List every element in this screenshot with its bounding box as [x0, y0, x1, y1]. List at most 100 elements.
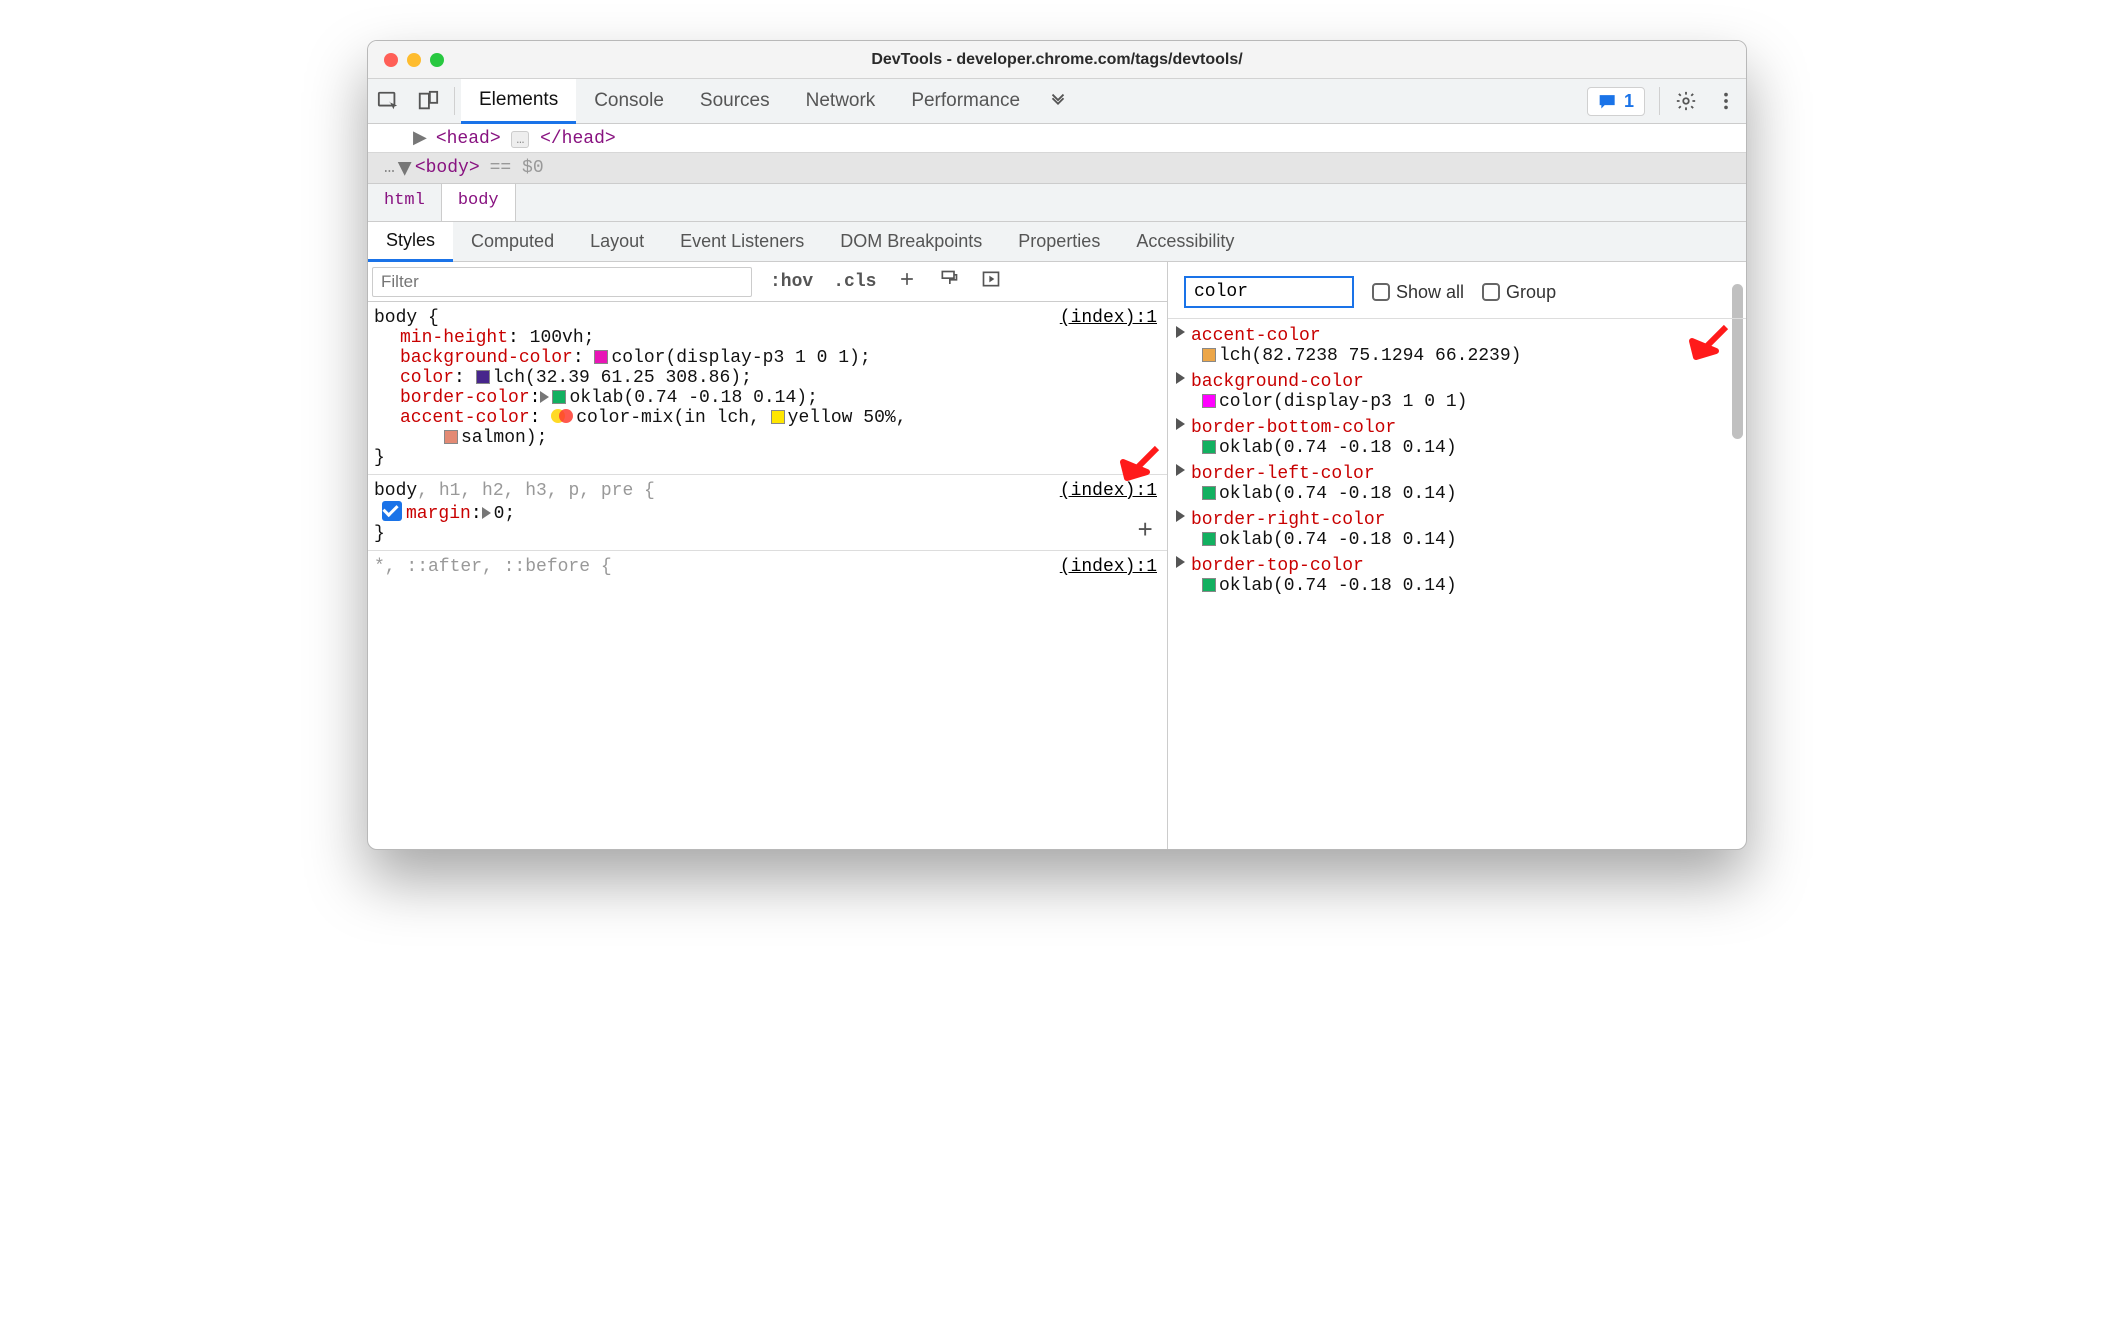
selector-main: body [374, 481, 417, 501]
val-margin[interactable]: 0; [494, 504, 516, 524]
scrollbar[interactable] [1730, 124, 1744, 183]
computed-prop-name: border-left-color [1191, 464, 1375, 484]
rule-source-link[interactable]: (index):1 [1060, 557, 1157, 577]
breadcrumb-html[interactable]: html [368, 184, 442, 221]
issues-count: 1 [1624, 91, 1634, 112]
styles-filter-input[interactable] [372, 267, 752, 297]
val-accent-1[interactable]: color-mix(in lch, [576, 408, 770, 428]
computed-filter-input[interactable] [1184, 276, 1354, 308]
subtab-dom-bp[interactable]: DOM Breakpoints [822, 222, 1000, 262]
breadcrumb-body[interactable]: body [442, 184, 516, 221]
prop-border: border-color [400, 388, 530, 408]
expand-icon[interactable] [1176, 556, 1185, 568]
expand-icon[interactable] [482, 507, 491, 519]
color-swatch-icon[interactable] [552, 390, 566, 404]
expand-icon[interactable] [1176, 372, 1185, 384]
val-border[interactable]: oklab(0.74 -0.18 0.14); [569, 388, 817, 408]
color-swatch-icon[interactable] [1202, 348, 1216, 362]
dom-tree[interactable]: ▶ <head> … </head> … ▶ <body> == $0 [368, 124, 1746, 184]
computed-property[interactable]: background-colorcolor(display-p3 1 0 1) [1176, 369, 1746, 415]
tab-network[interactable]: Network [788, 79, 894, 124]
tab-console[interactable]: Console [576, 79, 682, 124]
computed-property[interactable]: border-right-coloroklab(0.74 -0.18 0.14) [1176, 507, 1746, 553]
val-min-height[interactable]: 100vh; [530, 328, 595, 348]
val-accent-3[interactable]: salmon); [461, 428, 547, 448]
color-swatch-icon[interactable] [476, 370, 490, 384]
css-rule-body[interactable]: (index):1 body { min-height: 100vh; back… [368, 302, 1167, 475]
cls-button[interactable]: .cls [823, 272, 886, 292]
devtools-window: DevTools - developer.chrome.com/tags/dev… [367, 40, 1747, 850]
color-swatch-icon[interactable] [1202, 486, 1216, 500]
computed-property[interactable]: border-top-coloroklab(0.74 -0.18 0.14) [1176, 553, 1746, 599]
color-swatch-icon[interactable] [1202, 394, 1216, 408]
new-style-rule-icon[interactable] [886, 269, 928, 295]
rule-source-link[interactable]: (index):1 [1060, 481, 1157, 501]
rule-close: } [374, 524, 1157, 544]
computed-prop-name: border-right-color [1191, 510, 1385, 530]
expand-icon[interactable] [540, 391, 549, 403]
color-mix-icon[interactable] [551, 408, 573, 424]
show-all-checkbox[interactable]: Show all [1372, 282, 1464, 303]
paint-icon[interactable] [928, 269, 970, 295]
hov-button[interactable]: :hov [760, 272, 823, 292]
subtab-a11y[interactable]: Accessibility [1118, 222, 1252, 262]
main-tab-bar: Elements Console Sources Network Perform… [368, 79, 1746, 124]
color-swatch-icon[interactable] [1202, 532, 1216, 546]
divider [454, 87, 455, 115]
computed-prop-value: lch(82.7238 75.1294 66.2239) [1219, 346, 1521, 366]
subtab-computed[interactable]: Computed [453, 222, 572, 262]
css-rule-body-group[interactable]: (index):1 body, h1, h2, h3, p, pre { mar… [368, 475, 1167, 551]
subtab-props[interactable]: Properties [1000, 222, 1118, 262]
collapse-icon[interactable]: ▶ [394, 162, 416, 174]
group-checkbox[interactable]: Group [1482, 282, 1556, 303]
expand-icon[interactable] [1176, 326, 1185, 338]
color-swatch-icon[interactable] [594, 350, 608, 364]
expand-icon[interactable]: ▶ [413, 127, 425, 149]
expand-icon[interactable] [1176, 418, 1185, 430]
subtab-layout[interactable]: Layout [572, 222, 662, 262]
minimize-window-button[interactable] [407, 53, 421, 67]
more-tabs-icon[interactable] [1038, 81, 1078, 121]
inspect-element-icon[interactable] [368, 81, 408, 121]
computed-prop-name: border-bottom-color [1191, 418, 1396, 438]
val-bg[interactable]: color(display-p3 1 0 1); [611, 348, 870, 368]
zoom-window-button[interactable] [430, 53, 444, 67]
color-swatch-icon[interactable] [771, 410, 785, 424]
computed-prop-name: accent-color [1191, 326, 1321, 346]
subtab-styles[interactable]: Styles [368, 222, 453, 262]
window-title: DevTools - developer.chrome.com/tags/dev… [368, 51, 1746, 69]
val-accent-2[interactable]: yellow 50%, [788, 408, 907, 428]
tab-elements[interactable]: Elements [461, 79, 576, 124]
color-swatch-icon[interactable] [444, 430, 458, 444]
ellipsis-badge[interactable]: … [511, 131, 529, 148]
tab-sources[interactable]: Sources [682, 79, 788, 124]
scrollbar[interactable] [1730, 319, 1744, 849]
styles-toolbar: :hov .cls [368, 262, 1167, 302]
kebab-menu-icon[interactable] [1706, 81, 1746, 121]
dom-head-close: </head> [540, 129, 616, 149]
computed-property[interactable]: border-left-coloroklab(0.74 -0.18 0.14) [1176, 461, 1746, 507]
window-controls [368, 53, 444, 67]
expand-icon[interactable] [1176, 510, 1185, 522]
val-color[interactable]: lch(32.39 61.25 308.86); [493, 368, 752, 388]
tab-performance[interactable]: Performance [893, 79, 1038, 124]
panel-icon[interactable] [970, 269, 1012, 295]
property-checkbox[interactable] [382, 501, 402, 521]
settings-icon[interactable] [1666, 81, 1706, 121]
add-declaration-icon[interactable]: + [1137, 516, 1153, 546]
issues-button[interactable]: 1 [1587, 87, 1645, 116]
close-window-button[interactable] [384, 53, 398, 67]
prop-min-height: min-height [400, 328, 508, 348]
device-toolbar-icon[interactable] [408, 81, 448, 121]
color-swatch-icon[interactable] [1202, 440, 1216, 454]
computed-property[interactable]: border-bottom-coloroklab(0.74 -0.18 0.14… [1176, 415, 1746, 461]
css-rule-universal[interactable]: (index):1 *, ::after, ::before { [368, 551, 1167, 583]
color-swatch-icon[interactable] [1202, 578, 1216, 592]
rule-source-link[interactable]: (index):1 [1060, 308, 1157, 328]
computed-property[interactable]: accent-colorlch(82.7238 75.1294 66.2239) [1176, 323, 1746, 369]
dom-head-open: <head> [436, 129, 501, 149]
subtab-events[interactable]: Event Listeners [662, 222, 822, 262]
computed-prop-name: border-top-color [1191, 556, 1364, 576]
expand-icon[interactable] [1176, 464, 1185, 476]
dom-body-open[interactable]: <body> [415, 158, 480, 178]
